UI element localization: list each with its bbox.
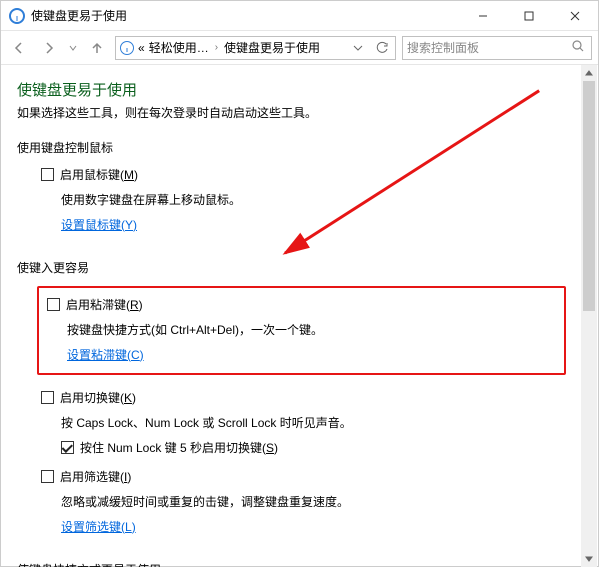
togglekeys-hold-checkbox[interactable] (61, 441, 74, 454)
crumb-sep-icon: › (213, 42, 220, 53)
nav-bar: « 轻松使用… › 使键盘更易于使用 搜索控制面板 (1, 31, 598, 65)
scroll-down-button[interactable] (581, 551, 597, 567)
stickykeys-block: 启用粘滞键(R) 按键盘快捷方式(如 Ctrl+Alt+Del)，一次一个键。 … (41, 286, 582, 375)
page-title: 使键盘更易于使用 (17, 79, 582, 100)
enable-togglekeys-label: 启用切换键(K) (60, 389, 136, 406)
togglekeys-hold-label: 按住 Num Lock 键 5 秒启用切换键(S) (80, 439, 278, 456)
togglekeys-desc: 按 Caps Lock、Num Lock 或 Scroll Lock 时听见声音… (61, 414, 582, 431)
section-typing-title: 使键入更容易 (17, 259, 582, 276)
mousekeys-block: 启用鼠标键(M) 使用数字键盘在屏幕上移动鼠标。 设置鼠标键(Y) (41, 166, 582, 233)
maximize-button[interactable] (506, 1, 552, 30)
history-dropdown[interactable] (67, 44, 79, 52)
stickykeys-desc: 按键盘快捷方式(如 Ctrl+Alt+Del)，一次一个键。 (67, 321, 556, 338)
enable-filterkeys-label: 启用筛选键(I) (60, 468, 131, 485)
enable-togglekeys-checkbox[interactable] (41, 391, 54, 404)
scroll-thumb[interactable] (583, 81, 595, 311)
mousekeys-desc: 使用数字键盘在屏幕上移动鼠标。 (61, 191, 582, 208)
enable-mousekeys-row[interactable]: 启用鼠标键(M) (41, 166, 582, 183)
togglekeys-hold-row[interactable]: 按住 Num Lock 键 5 秒启用切换键(S) (61, 439, 582, 456)
mousekeys-settings-link[interactable]: 设置鼠标键(Y) (61, 216, 137, 233)
window-title: 使键盘更易于使用 (31, 7, 460, 24)
highlight-box: 启用粘滞键(R) 按键盘快捷方式(如 Ctrl+Alt+Del)，一次一个键。 … (37, 286, 566, 375)
crumb-current[interactable]: 使键盘更易于使用 (224, 39, 320, 56)
togglekeys-block: 启用切换键(K) 按 Caps Lock、Num Lock 或 Scroll L… (41, 389, 582, 456)
up-button[interactable] (85, 36, 109, 60)
address-bar[interactable]: « 轻松使用… › 使键盘更易于使用 (115, 36, 396, 60)
enable-stickykeys-row[interactable]: 启用粘滞键(R) (47, 296, 556, 313)
app-icon (9, 8, 25, 24)
refresh-button[interactable] (371, 37, 393, 59)
section-shortcut-title: 使键盘快捷方式更易于使用 (17, 561, 582, 567)
enable-filterkeys-checkbox[interactable] (41, 470, 54, 483)
search-box[interactable]: 搜索控制面板 (402, 36, 592, 60)
page-subtitle: 如果选择这些工具，则在每次登录时自动启动这些工具。 (17, 104, 582, 121)
filterkeys-desc: 忽略或减缓短时间或重复的击键，调整键盘重复速度。 (61, 493, 582, 510)
filterkeys-settings-link[interactable]: 设置筛选键(L) (61, 518, 136, 535)
enable-stickykeys-label: 启用粘滞键(R) (66, 296, 143, 313)
location-icon (120, 41, 134, 55)
vertical-scrollbar[interactable] (581, 65, 597, 567)
enable-filterkeys-row[interactable]: 启用筛选键(I) (41, 468, 582, 485)
minimize-button[interactable] (460, 1, 506, 30)
filterkeys-block: 启用筛选键(I) 忽略或减缓短时间或重复的击键，调整键盘重复速度。 设置筛选键(… (41, 468, 582, 535)
search-placeholder: 搜索控制面板 (407, 39, 571, 56)
back-button[interactable] (7, 36, 31, 60)
content-area: 使键盘更易于使用 如果选择这些工具，则在每次登录时自动启动这些工具。 使用键盘控… (1, 65, 598, 567)
crumb-ease[interactable]: 轻松使用… (149, 39, 209, 56)
enable-stickykeys-checkbox[interactable] (47, 298, 60, 311)
section-mouse-title: 使用键盘控制鼠标 (17, 139, 582, 156)
title-bar: 使键盘更易于使用 (1, 1, 598, 31)
forward-button[interactable] (37, 36, 61, 60)
enable-togglekeys-row[interactable]: 启用切换键(K) (41, 389, 582, 406)
window-controls (460, 1, 598, 30)
search-icon[interactable] (571, 39, 587, 56)
enable-mousekeys-checkbox[interactable] (41, 168, 54, 181)
stickykeys-settings-link[interactable]: 设置粘滞键(C) (67, 346, 144, 363)
scroll-up-button[interactable] (581, 65, 597, 81)
enable-mousekeys-label: 启用鼠标键(M) (60, 166, 138, 183)
close-button[interactable] (552, 1, 598, 30)
address-dropdown[interactable] (349, 37, 367, 59)
crumb-prefix: « (138, 41, 145, 55)
